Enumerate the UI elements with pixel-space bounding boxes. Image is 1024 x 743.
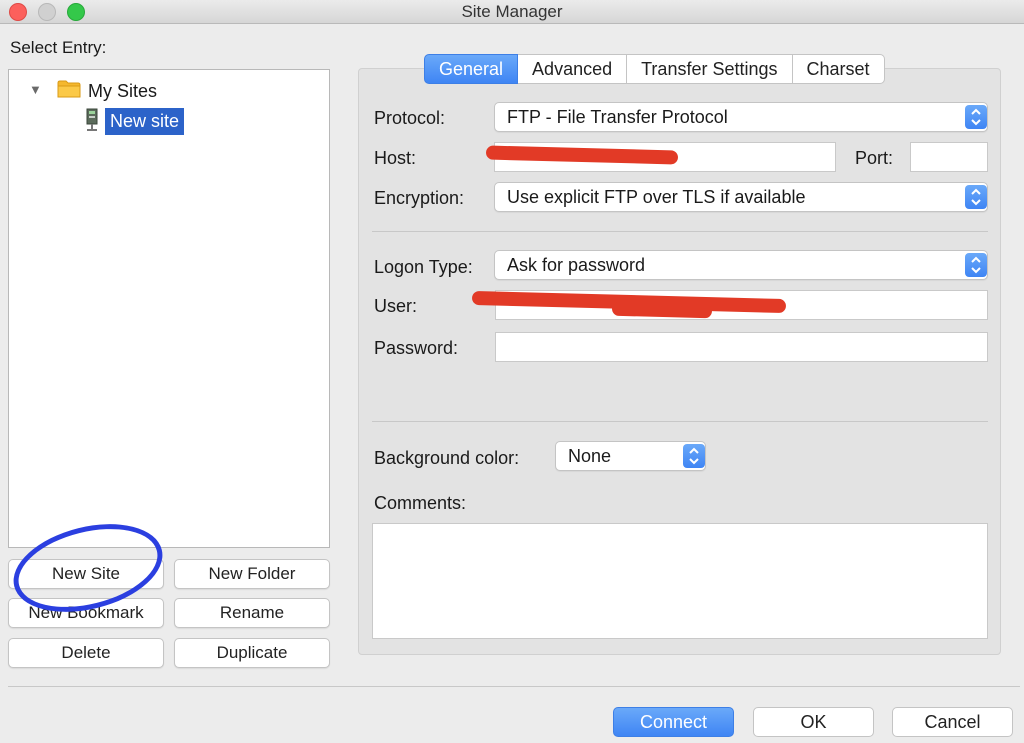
background-color-value: None <box>568 446 612 466</box>
protocol-select[interactable]: FTP - File Transfer Protocol <box>494 102 988 132</box>
footer-divider <box>8 686 1020 687</box>
connect-button[interactable]: Connect <box>613 707 734 737</box>
tab-charset[interactable]: Charset <box>792 54 885 84</box>
chevron-updown-icon <box>965 105 987 129</box>
site-tree[interactable]: ▼ My Sites New site <box>8 69 330 548</box>
chevron-updown-icon <box>965 185 987 209</box>
host-label: Host: <box>374 148 417 168</box>
user-redaction-2 <box>611 301 713 319</box>
password-input[interactable] <box>495 332 988 362</box>
user-label: User: <box>374 296 418 316</box>
ok-button[interactable]: OK <box>753 707 874 737</box>
rename-button[interactable]: Rename <box>174 598 330 628</box>
new-folder-button[interactable]: New Folder <box>174 559 330 589</box>
select-entry-label: Select Entry: <box>10 38 107 57</box>
minimize-window-button[interactable] <box>38 3 56 21</box>
expand-arrow-icon[interactable]: ▼ <box>29 82 42 97</box>
comments-label: Comments: <box>374 493 467 513</box>
logon-type-label: Logon Type: <box>374 257 473 277</box>
tab-advanced[interactable]: Advanced <box>518 54 628 84</box>
close-window-button[interactable] <box>9 3 27 21</box>
new-bookmark-button[interactable]: New Bookmark <box>8 598 164 628</box>
zoom-window-button[interactable] <box>67 3 85 21</box>
duplicate-button[interactable]: Duplicate <box>174 638 330 668</box>
protocol-value: FTP - File Transfer Protocol <box>507 107 728 127</box>
section-divider <box>372 421 988 422</box>
password-label: Password: <box>374 338 459 358</box>
window-title: Site Manager <box>461 2 563 21</box>
background-color-select[interactable]: None <box>555 441 706 471</box>
tree-folder-my-sites[interactable]: My Sites <box>88 81 157 102</box>
port-label: Port: <box>855 148 894 168</box>
port-input[interactable] <box>910 142 988 172</box>
title-bar: Site Manager <box>0 0 1024 24</box>
logon-type-select[interactable]: Ask for password <box>494 250 988 280</box>
tab-bar: General Advanced Transfer Settings Chars… <box>424 54 885 84</box>
delete-button[interactable]: Delete <box>8 638 164 668</box>
chevron-updown-icon <box>683 444 705 468</box>
cancel-button[interactable]: Cancel <box>892 707 1013 737</box>
encryption-select[interactable]: Use explicit FTP over TLS if available <box>494 182 988 212</box>
tab-general[interactable]: General <box>424 54 519 84</box>
folder-icon <box>57 80 81 98</box>
tab-transfer-settings[interactable]: Transfer Settings <box>627 54 793 84</box>
server-icon <box>86 108 98 131</box>
comments-textarea[interactable] <box>372 523 988 639</box>
logon-type-value: Ask for password <box>507 255 646 275</box>
section-divider <box>372 231 988 232</box>
protocol-label: Protocol: <box>374 108 446 128</box>
encryption-value: Use explicit FTP over TLS if available <box>507 187 806 207</box>
background-color-label: Background color: <box>374 448 520 468</box>
encryption-label: Encryption: <box>374 188 465 208</box>
tree-item-new-site[interactable]: New site <box>105 108 185 135</box>
chevron-updown-icon <box>965 253 987 277</box>
new-site-button[interactable]: New Site <box>8 559 164 589</box>
